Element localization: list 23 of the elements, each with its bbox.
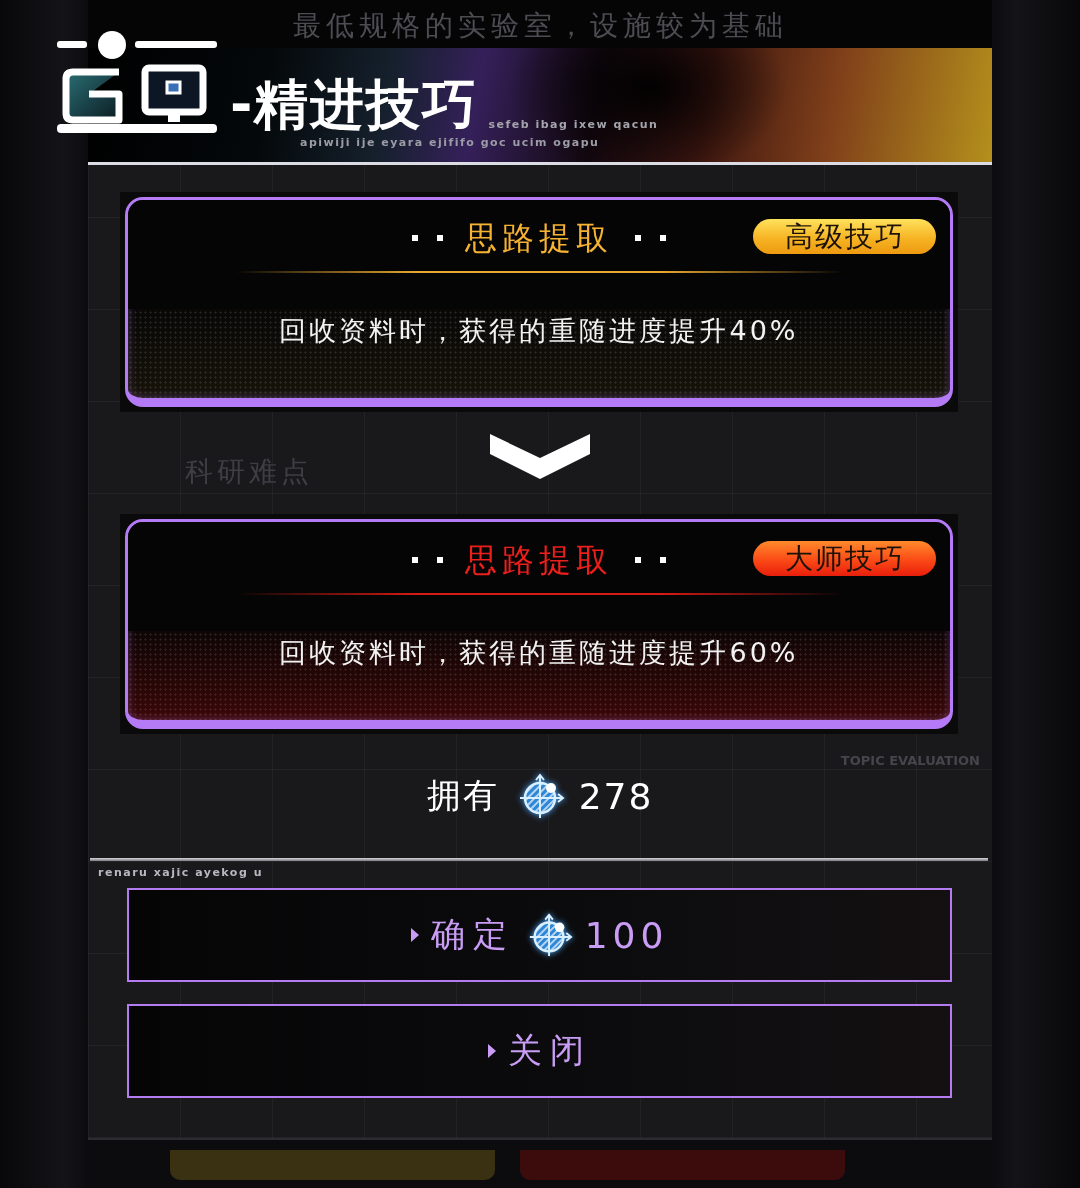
skill-name: 思路提取 bbox=[465, 540, 613, 581]
owned-label: 拥有 bbox=[426, 774, 499, 817]
dot-pair-icon bbox=[412, 557, 443, 563]
skill-rank-badge: 高级技巧 bbox=[753, 219, 936, 254]
banner-caption: apiwiji ije eyara ejififo goc ucim ogapu bbox=[300, 136, 600, 150]
caret-right-icon bbox=[410, 928, 419, 942]
background-heading: 最低规格的实验室，设施较为基础 bbox=[292, 9, 788, 43]
dot-pair-icon bbox=[412, 235, 443, 241]
skill-rank-badge: 大师技巧 bbox=[753, 541, 936, 576]
skill-name: 思路提取 bbox=[465, 218, 613, 259]
skill-description: 回收资料时，获得的重随进度提升60% bbox=[279, 636, 799, 670]
person-at-computer-icon bbox=[55, 30, 219, 136]
caret-right-icon bbox=[487, 1044, 496, 1058]
confirm-button[interactable]: 确定 100 bbox=[127, 888, 952, 982]
dot-pair-icon bbox=[635, 235, 666, 241]
footer-caption: renaru xajic ayekog u bbox=[98, 866, 263, 880]
skill-description: 回收资料时，获得的重随进度提升40% bbox=[279, 314, 799, 348]
chevron-down-icon bbox=[490, 433, 590, 479]
dialog-title: -精进技巧 bbox=[230, 76, 479, 134]
owned-amount: 278 bbox=[578, 775, 654, 817]
close-button[interactable]: 关闭 bbox=[127, 1004, 952, 1098]
banner-subtitle: sefeb ibag ixew qacun bbox=[488, 118, 659, 132]
dot-pair-icon bbox=[635, 557, 666, 563]
